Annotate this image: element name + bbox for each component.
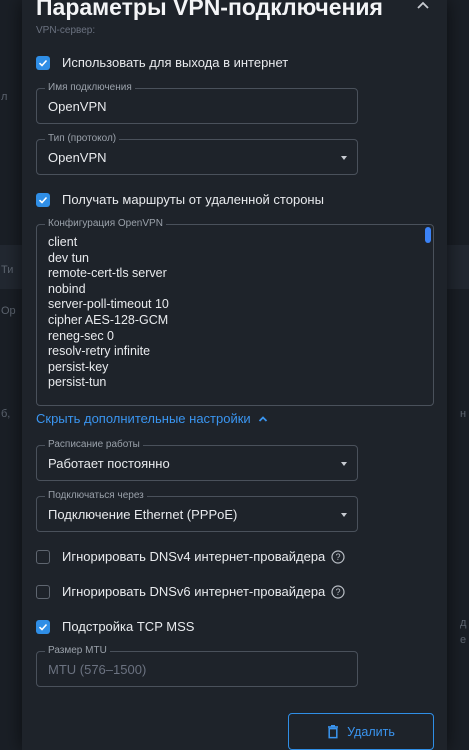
chevron-down-icon <box>341 462 347 466</box>
mtu-field[interactable]: Размер MTU MTU (576–1500) <box>36 645 358 687</box>
protocol-label: Тип (протокол) <box>45 133 120 145</box>
openvpn-config-textarea[interactable]: Конфигурация OpenVPN client dev tun remo… <box>36 218 434 406</box>
protocol-value: OpenVPN <box>48 150 107 165</box>
schedule-label: Расписание работы <box>45 439 143 451</box>
mtu-placeholder: MTU (576–1500) <box>48 662 147 677</box>
svg-text:?: ? <box>336 552 341 562</box>
ignore-dnsv6-label: Игнорировать DNSv6 интернет-провайдера <box>62 584 326 599</box>
dialog-subtitle-ghost: VPN-сервер: <box>36 25 96 36</box>
chevron-down-icon <box>341 513 347 517</box>
collapse-icon[interactable] <box>413 0 433 16</box>
background-text: е <box>460 634 467 646</box>
config-line: server-poll-timeout 10 <box>48 297 169 312</box>
hide-advanced-label: Скрыть дополнительные настройки <box>36 411 251 426</box>
background-text: Ти <box>1 264 14 276</box>
svg-text:?: ? <box>336 587 341 597</box>
config-line: persist-tun <box>48 375 107 390</box>
check-icon[interactable] <box>36 192 50 207</box>
openvpn-config-label: Конфигурация OpenVPN <box>45 218 166 230</box>
vpn-settings-dialog: Параметры VPN-подключения VPN-сервер: Ис… <box>22 0 447 750</box>
ignore-dnsv4-checkbox[interactable]: Игнорировать DNSv4 интернет-провайдера ? <box>36 549 345 564</box>
checkbox-box[interactable] <box>36 584 50 599</box>
mtu-label: Размер MTU <box>45 645 110 657</box>
delete-label: Удалить <box>347 724 395 739</box>
config-line: client <box>48 235 78 249</box>
check-icon[interactable] <box>36 619 50 634</box>
connect-via-value: Подключение Ethernet (PPPoE) <box>48 507 238 522</box>
background-text: б, <box>1 408 11 420</box>
connection-name-field[interactable]: Имя подключения OpenVPN <box>36 82 358 124</box>
protocol-select[interactable]: Тип (протокол) OpenVPN <box>36 133 358 175</box>
chevron-down-icon <box>341 156 347 160</box>
ignore-dnsv6-checkbox[interactable]: Игнорировать DNSv6 интернет-провайдера ? <box>36 584 345 599</box>
background-text: н <box>460 408 467 420</box>
connection-name-value: OpenVPN <box>48 99 107 114</box>
schedule-value: Работает постоянно <box>48 456 170 471</box>
config-line: reneg-sec 0 <box>48 328 115 343</box>
chevron-up-icon <box>258 415 267 422</box>
background-table-band <box>447 245 469 289</box>
delete-button[interactable]: Удалить <box>288 713 434 750</box>
config-line: cipher AES-128-GCM <box>48 312 169 327</box>
background-text: Ор <box>1 305 16 317</box>
use-for-internet-checkbox[interactable]: Использовать для выхода в интернет <box>36 55 288 70</box>
tcp-mss-label: Подстройка TCP MSS <box>62 619 195 634</box>
connection-name-label: Имя подключения <box>45 82 135 94</box>
receive-routes-label: Получать маршруты от удаленной стороны <box>62 192 324 207</box>
check-icon[interactable] <box>36 55 50 70</box>
help-icon[interactable]: ? <box>331 549 345 564</box>
receive-routes-checkbox[interactable]: Получать маршруты от удаленной стороны <box>36 192 324 207</box>
config-line: dev tun <box>48 250 90 265</box>
connect-via-label: Подключаться через <box>45 490 147 502</box>
background-text: л <box>1 91 8 103</box>
connect-via-select[interactable]: Подключаться через Подключение Ethernet … <box>36 490 358 532</box>
config-line: persist-key <box>48 359 109 374</box>
checkbox-box[interactable] <box>36 549 50 564</box>
background-page-left <box>0 0 22 750</box>
openvpn-config-lines: client dev tun remote-cert-tls server no… <box>48 235 169 391</box>
textarea-scrollbar[interactable] <box>425 227 431 243</box>
trash-icon <box>328 724 339 738</box>
config-line: nobind <box>48 281 86 296</box>
help-icon[interactable]: ? <box>331 584 345 599</box>
ignore-dnsv4-label: Игнорировать DNSv4 интернет-провайдера <box>62 549 326 564</box>
dialog-title: Параметры VPN-подключения <box>36 0 383 20</box>
schedule-select[interactable]: Расписание работы Работает постоянно <box>36 439 358 481</box>
config-line: remote-cert-tls server <box>48 266 167 281</box>
hide-advanced-settings-link[interactable]: Скрыть дополнительные настройки <box>36 411 269 426</box>
use-for-internet-label: Использовать для выхода в интернет <box>62 55 289 70</box>
config-line: resolv-retry infinite <box>48 344 151 359</box>
tcp-mss-checkbox[interactable]: Подстройка TCP MSS <box>36 619 194 634</box>
background-text: д <box>460 617 467 629</box>
